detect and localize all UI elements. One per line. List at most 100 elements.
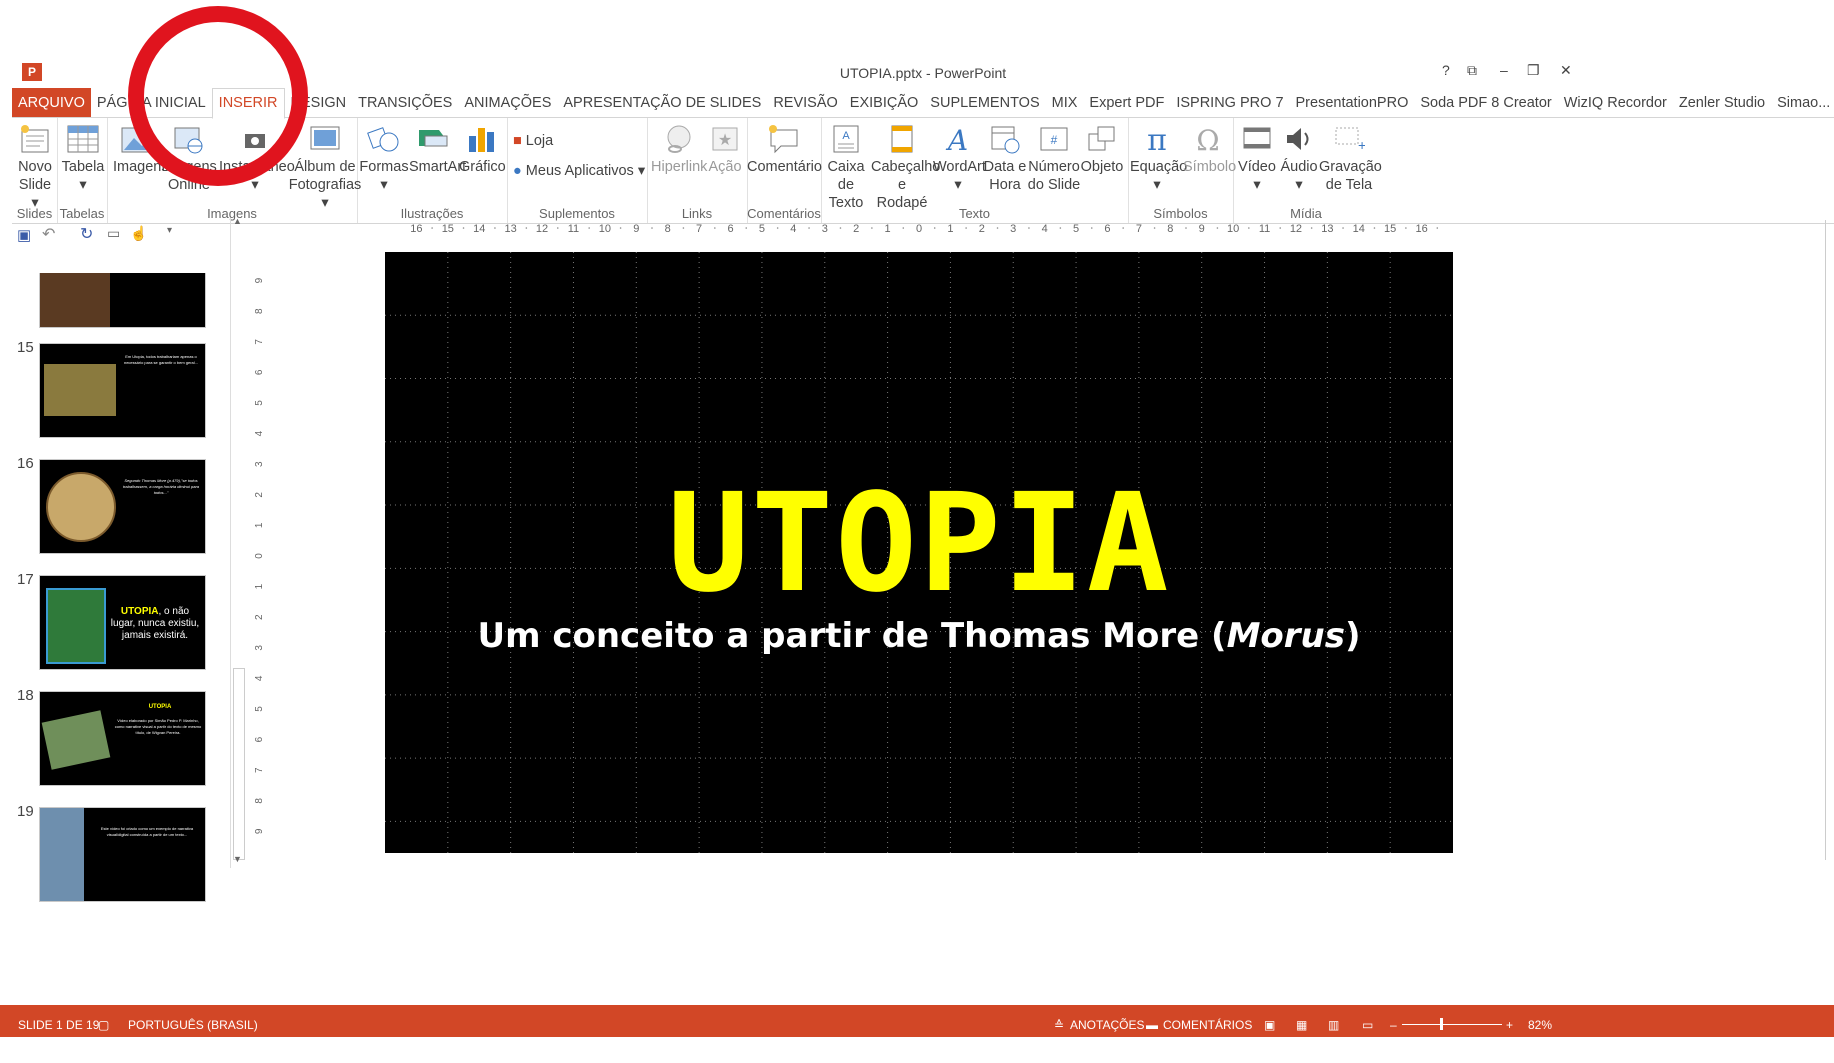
slide-scrollbar[interactable] — [1825, 220, 1834, 860]
tab-arquivo[interactable]: ARQUIVO — [12, 88, 91, 118]
tab-transicoes[interactable]: TRANSIÇÕES — [352, 88, 458, 118]
acao-button[interactable]: ★ Ação — [705, 124, 745, 176]
slide-subtitle[interactable]: Um conceito a partir de Thomas More (Mor… — [385, 616, 1453, 656]
tab-wiziq[interactable]: WizIQ Recordor — [1558, 88, 1673, 118]
thumbnail-text: Segundo Thomas More (p.479),"se todos tr… — [122, 478, 200, 495]
meus-aplicativos-button[interactable]: ● Meus Aplicativos ▾ — [513, 162, 645, 180]
formas-button[interactable]: Formas ▾ — [359, 124, 409, 194]
zoom-level[interactable]: 82% — [1528, 1018, 1552, 1032]
tab-apresentacao[interactable]: APRESENTAÇÃO DE SLIDES — [557, 88, 767, 118]
tab-exibicao[interactable]: EXIBIÇÃO — [844, 88, 925, 118]
zoom-in-icon[interactable]: + — [1506, 1018, 1513, 1032]
data-hora-button[interactable]: Data e Hora — [983, 124, 1027, 194]
slide-thumbnail-19[interactable]: Este vídeo foi criado como um exemplo de… — [39, 807, 206, 902]
audio-button[interactable]: Áudio ▾ — [1277, 124, 1321, 194]
object-icon — [1088, 126, 1115, 151]
ruler-tick — [808, 227, 810, 229]
tab-suplementos[interactable]: SUPLEMENTOS — [924, 88, 1045, 118]
ruler-tick — [1059, 227, 1062, 229]
comments-button[interactable]: COMENTÁRIOS — [1163, 1018, 1252, 1032]
wordart-button[interactable]: A WordArt ▾ — [933, 124, 986, 194]
save-icon[interactable]: ▣ — [17, 226, 31, 244]
ruler-tick — [1373, 227, 1376, 229]
album-fotografias-button[interactable]: Álbum de Fotografias ▾ — [287, 124, 363, 212]
scroll-up-icon[interactable]: ▲ — [233, 216, 242, 226]
tab-soda-pdf[interactable]: Soda PDF 8 Creator — [1414, 88, 1557, 118]
zoom-out-icon[interactable]: – — [1390, 1018, 1397, 1032]
ruler-tick — [494, 227, 496, 229]
restore-button[interactable]: ❐ — [1527, 62, 1540, 79]
comentario-button[interactable]: Comentário — [747, 124, 822, 176]
cabecalho-rodape-button[interactable]: Cabeçalho e Rodapé — [871, 124, 940, 212]
notes-button[interactable]: ANOTAÇÕES — [1070, 1018, 1144, 1032]
ruler-tick — [1028, 227, 1030, 229]
account-name[interactable]: Simao... — [1771, 88, 1834, 118]
ruler-label: 11 — [568, 223, 579, 235]
touch-mode-icon[interactable]: ☝ — [130, 225, 147, 242]
ruler-tick — [714, 227, 716, 229]
slide-title[interactable]: UTOPIA — [385, 464, 1453, 624]
tab-expert-pdf[interactable]: Expert PDF — [1083, 88, 1170, 118]
help-button[interactable]: ? — [1442, 62, 1450, 78]
close-button[interactable]: ✕ — [1560, 62, 1572, 79]
slide-thumbnail-14[interactable] — [39, 273, 206, 328]
objeto-button[interactable]: Objeto — [1079, 124, 1125, 176]
thumbnail-image — [40, 273, 110, 327]
tab-zenler[interactable]: Zenler Studio — [1673, 88, 1771, 118]
tab-animacoes[interactable]: ANIMAÇÕES — [458, 88, 557, 118]
tab-mix[interactable]: MIX — [1046, 88, 1084, 118]
ruler-label: 6 — [727, 223, 733, 235]
scrollbar-thumb[interactable] — [233, 668, 245, 860]
ruler-label: 6 — [255, 369, 265, 375]
tab-revisao[interactable]: REVISÃO — [767, 88, 843, 118]
video-button[interactable]: Vídeo ▾ — [1235, 124, 1279, 194]
group-simbolos: π Equação ▾ Ω Símbolo Símbolos — [1128, 118, 1236, 223]
slideshow-icon[interactable]: ▭ — [1362, 1018, 1373, 1032]
comments-icon[interactable]: ▬ — [1146, 1018, 1158, 1032]
ruler-label: 15 — [442, 223, 454, 235]
caixa-texto-button[interactable]: A Caixa de Texto — [821, 124, 871, 212]
redo-icon[interactable]: ↻ — [80, 224, 93, 244]
ruler-tick — [965, 227, 967, 229]
tab-presentationpro[interactable]: PresentationPRO — [1290, 88, 1415, 118]
zoom-slider-thumb[interactable] — [1440, 1018, 1443, 1030]
simbolo-button[interactable]: Ω Símbolo — [1183, 124, 1236, 176]
equacao-button[interactable]: π Equação ▾ — [1130, 124, 1187, 194]
minimize-button[interactable]: – — [1500, 62, 1508, 78]
normal-view-icon[interactable]: ▣ — [1264, 1018, 1275, 1032]
ruler-label: 10 — [599, 223, 611, 235]
notes-icon[interactable]: ≙ — [1054, 1018, 1064, 1032]
language-indicator[interactable]: PORTUGUÊS (BRASIL) — [128, 1018, 258, 1032]
new-slide-icon — [21, 125, 49, 153]
slide-thumbnail-18[interactable]: UTOPIA Vídeo elaborado por Simão Pedro P… — [39, 691, 206, 786]
slide-thumbnail-17[interactable]: UTOPIA, o não lugar, nunca existiu, jama… — [39, 575, 206, 670]
ruler-label: 4 — [1042, 223, 1048, 235]
slide-canvas[interactable]: UTOPIA Um conceito a partir de Thomas Mo… — [385, 252, 1453, 853]
ruler-tick — [1122, 227, 1124, 229]
undo-icon[interactable]: ↶ — [42, 224, 55, 244]
customize-toolbar-icon[interactable]: ▾ — [167, 225, 172, 236]
smartart-button[interactable]: SmartArt — [409, 124, 466, 176]
ruler-tick — [776, 227, 779, 229]
tabela-button[interactable]: Tabela ▾ — [61, 124, 105, 194]
slide-counter: SLIDE 1 DE 19 — [18, 1018, 100, 1032]
gravacao-tela-button[interactable]: + Gravação de Tela — [1319, 124, 1382, 194]
slide-thumbnail-16[interactable]: Segundo Thomas More (p.479),"se todos tr… — [39, 459, 206, 554]
thumbnails-scrollbar[interactable]: ▲ ▼ — [230, 216, 245, 868]
loja-button[interactable]: ■ Loja — [513, 132, 553, 150]
ruler-label: 15 — [1384, 223, 1396, 235]
slide-sorter-icon[interactable]: ▦ — [1296, 1018, 1307, 1032]
zoom-slider[interactable] — [1402, 1024, 1502, 1025]
hiperlink-button[interactable]: Hiperlink — [651, 124, 707, 176]
numero-slide-button[interactable]: # Número do Slide — [1026, 124, 1082, 194]
grafico-button[interactable]: Gráfico — [459, 124, 506, 176]
tab-ispring[interactable]: ISPRING PRO 7 — [1170, 88, 1289, 118]
present-from-start-icon[interactable]: ▭ — [107, 225, 120, 242]
slide-thumbnails-panel: 15 Em Utopia, todos trabalhariam apenas … — [12, 273, 252, 1063]
slide-thumbnail-15[interactable]: Em Utopia, todos trabalhariam apenas o n… — [39, 343, 206, 438]
spelling-icon[interactable]: ▢ — [98, 1018, 109, 1032]
reading-view-icon[interactable]: ▥ — [1328, 1018, 1339, 1032]
ribbon-display-options-button[interactable]: ⧉ — [1467, 62, 1477, 79]
scroll-down-icon[interactable]: ▼ — [233, 854, 242, 864]
novo-slide-button[interactable]: Novo Slide ▾ — [14, 124, 56, 212]
